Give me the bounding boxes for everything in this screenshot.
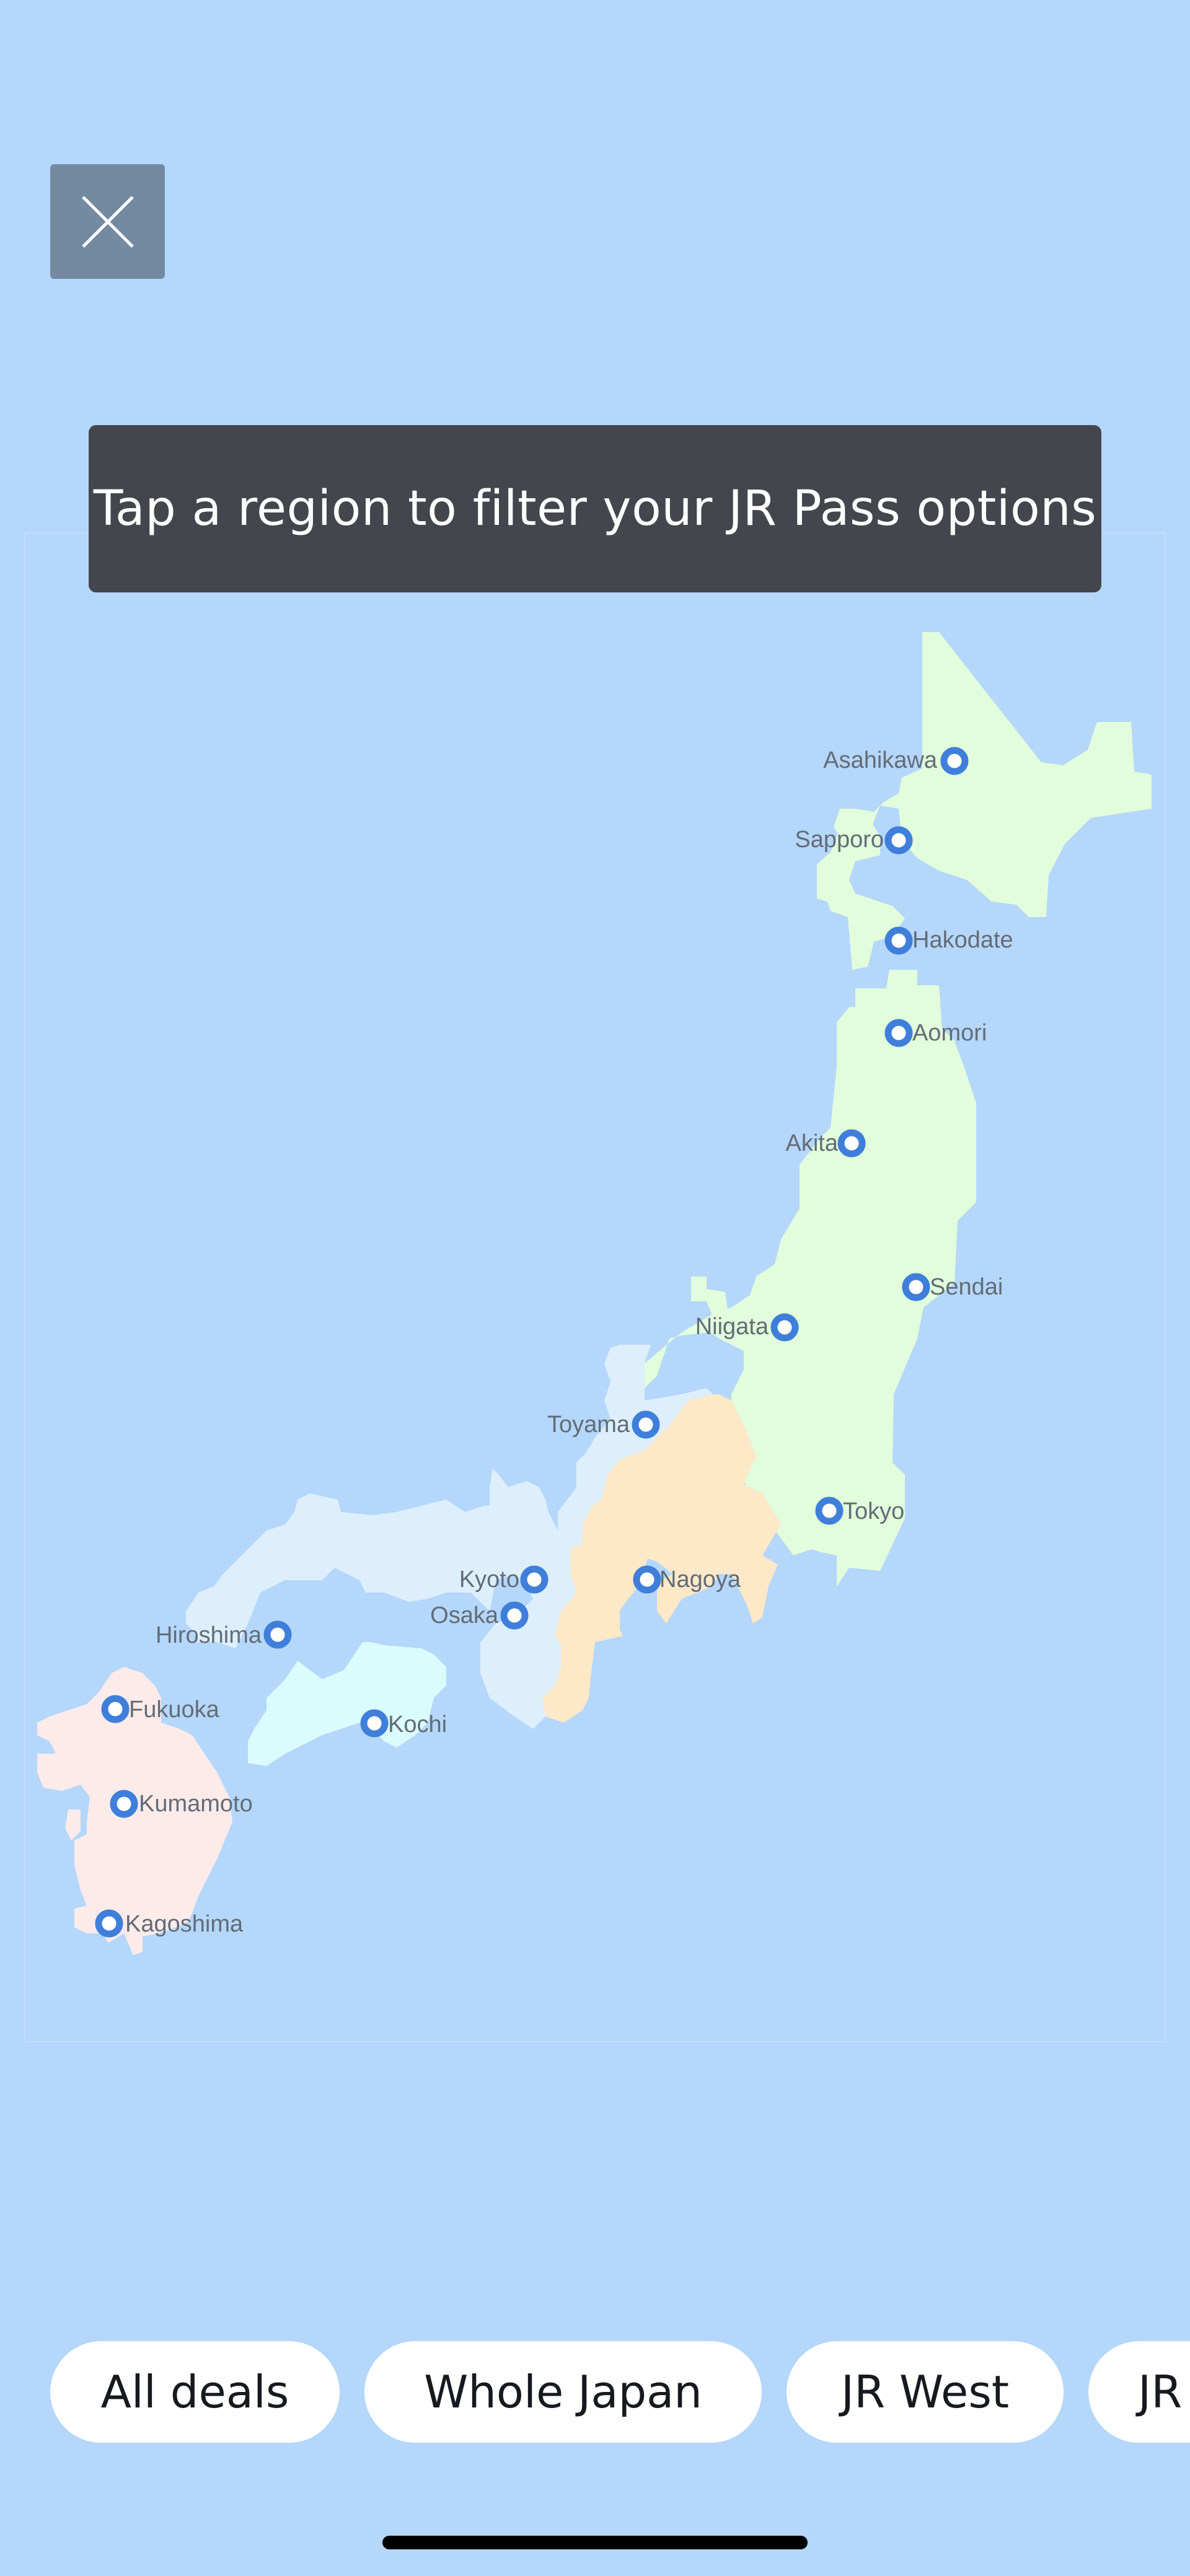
city-label-akita: Akita (786, 1130, 839, 1156)
city-label-kochi: Kochi (388, 1712, 447, 1738)
city-marker-sendai[interactable] (902, 1273, 930, 1301)
city-label-fukuoka: Fukuoka (129, 1697, 220, 1723)
filter-jr-partial-button[interactable]: JR (1088, 2341, 1190, 2443)
city-label-nagoya: Nagoya (659, 1567, 741, 1593)
city-label-toyama: Toyama (547, 1412, 630, 1438)
city-label-hakodate: Hakodate (912, 927, 1013, 953)
map-svg: Asahikawa Sapporo Hakodate Aomori Akita … (24, 532, 1166, 2042)
city-label-tokyo: Tokyo (843, 1498, 904, 1524)
city-label-hiroshima: Hiroshima (156, 1622, 262, 1648)
island-sado (691, 1277, 728, 1317)
city-marker-niigata[interactable] (770, 1313, 799, 1342)
region-hokkaido[interactable] (817, 632, 1152, 970)
home-indicator (382, 2536, 808, 2549)
filter-label: JR (1138, 2366, 1183, 2418)
filter-all-deals-button[interactable]: All deals (50, 2341, 340, 2443)
instruction-text: Tap a region to filter your JR Pass opti… (93, 481, 1097, 537)
region-shikoku[interactable] (248, 1642, 446, 1766)
filter-label: JR West (840, 2366, 1010, 2418)
filter-jr-west-button[interactable]: JR West (787, 2341, 1064, 2443)
city-marker-sapporo[interactable] (884, 826, 913, 855)
city-label-kumamoto: Kumamoto (139, 1791, 253, 1817)
region-central[interactable] (542, 1394, 781, 1723)
city-marker-hakodate[interactable] (884, 926, 913, 955)
city-marker-kagoshima[interactable] (95, 1909, 123, 1938)
city-marker-aomori[interactable] (884, 1019, 913, 1047)
city-label-sendai: Sendai (930, 1274, 1003, 1300)
city-marker-hiroshima[interactable] (263, 1620, 292, 1649)
island-kyushu-islet (65, 1809, 81, 1840)
city-marker-kumamoto[interactable] (110, 1790, 138, 1818)
instruction-banner: Tap a region to filter your JR Pass opti… (89, 425, 1101, 592)
filter-label: All deals (100, 2366, 289, 2418)
filter-whole-japan-button[interactable]: Whole Japan (364, 2341, 762, 2443)
region-filter-bar[interactable]: All deals Whole Japan JR West JR (0, 2341, 1190, 2443)
city-marker-fukuoka[interactable] (101, 1695, 130, 1723)
city-label-kagoshima: Kagoshima (125, 1911, 244, 1937)
city-label-niigata: Niigata (695, 1314, 769, 1340)
city-marker-osaka[interactable] (500, 1601, 529, 1630)
city-label-osaka: Osaka (430, 1602, 499, 1629)
city-marker-kochi[interactable] (360, 1709, 389, 1738)
city-marker-asahikawa[interactable] (940, 747, 969, 775)
city-label-kyoto: Kyoto (459, 1567, 519, 1593)
japan-map: Asahikawa Sapporo Hakodate Aomori Akita … (0, 0, 1190, 2576)
filter-label: Whole Japan (424, 2366, 702, 2418)
city-marker-tokyo[interactable] (815, 1497, 844, 1525)
city-marker-kyoto[interactable] (520, 1565, 549, 1594)
city-label-aomori: Aomori (912, 1020, 987, 1046)
city-marker-akita[interactable] (837, 1129, 866, 1158)
city-label-asahikawa: Asahikawa (823, 747, 938, 773)
city-label-sapporo: Sapporo (795, 827, 884, 853)
city-marker-toyama[interactable] (632, 1410, 660, 1439)
city-marker-nagoya[interactable] (633, 1565, 661, 1594)
